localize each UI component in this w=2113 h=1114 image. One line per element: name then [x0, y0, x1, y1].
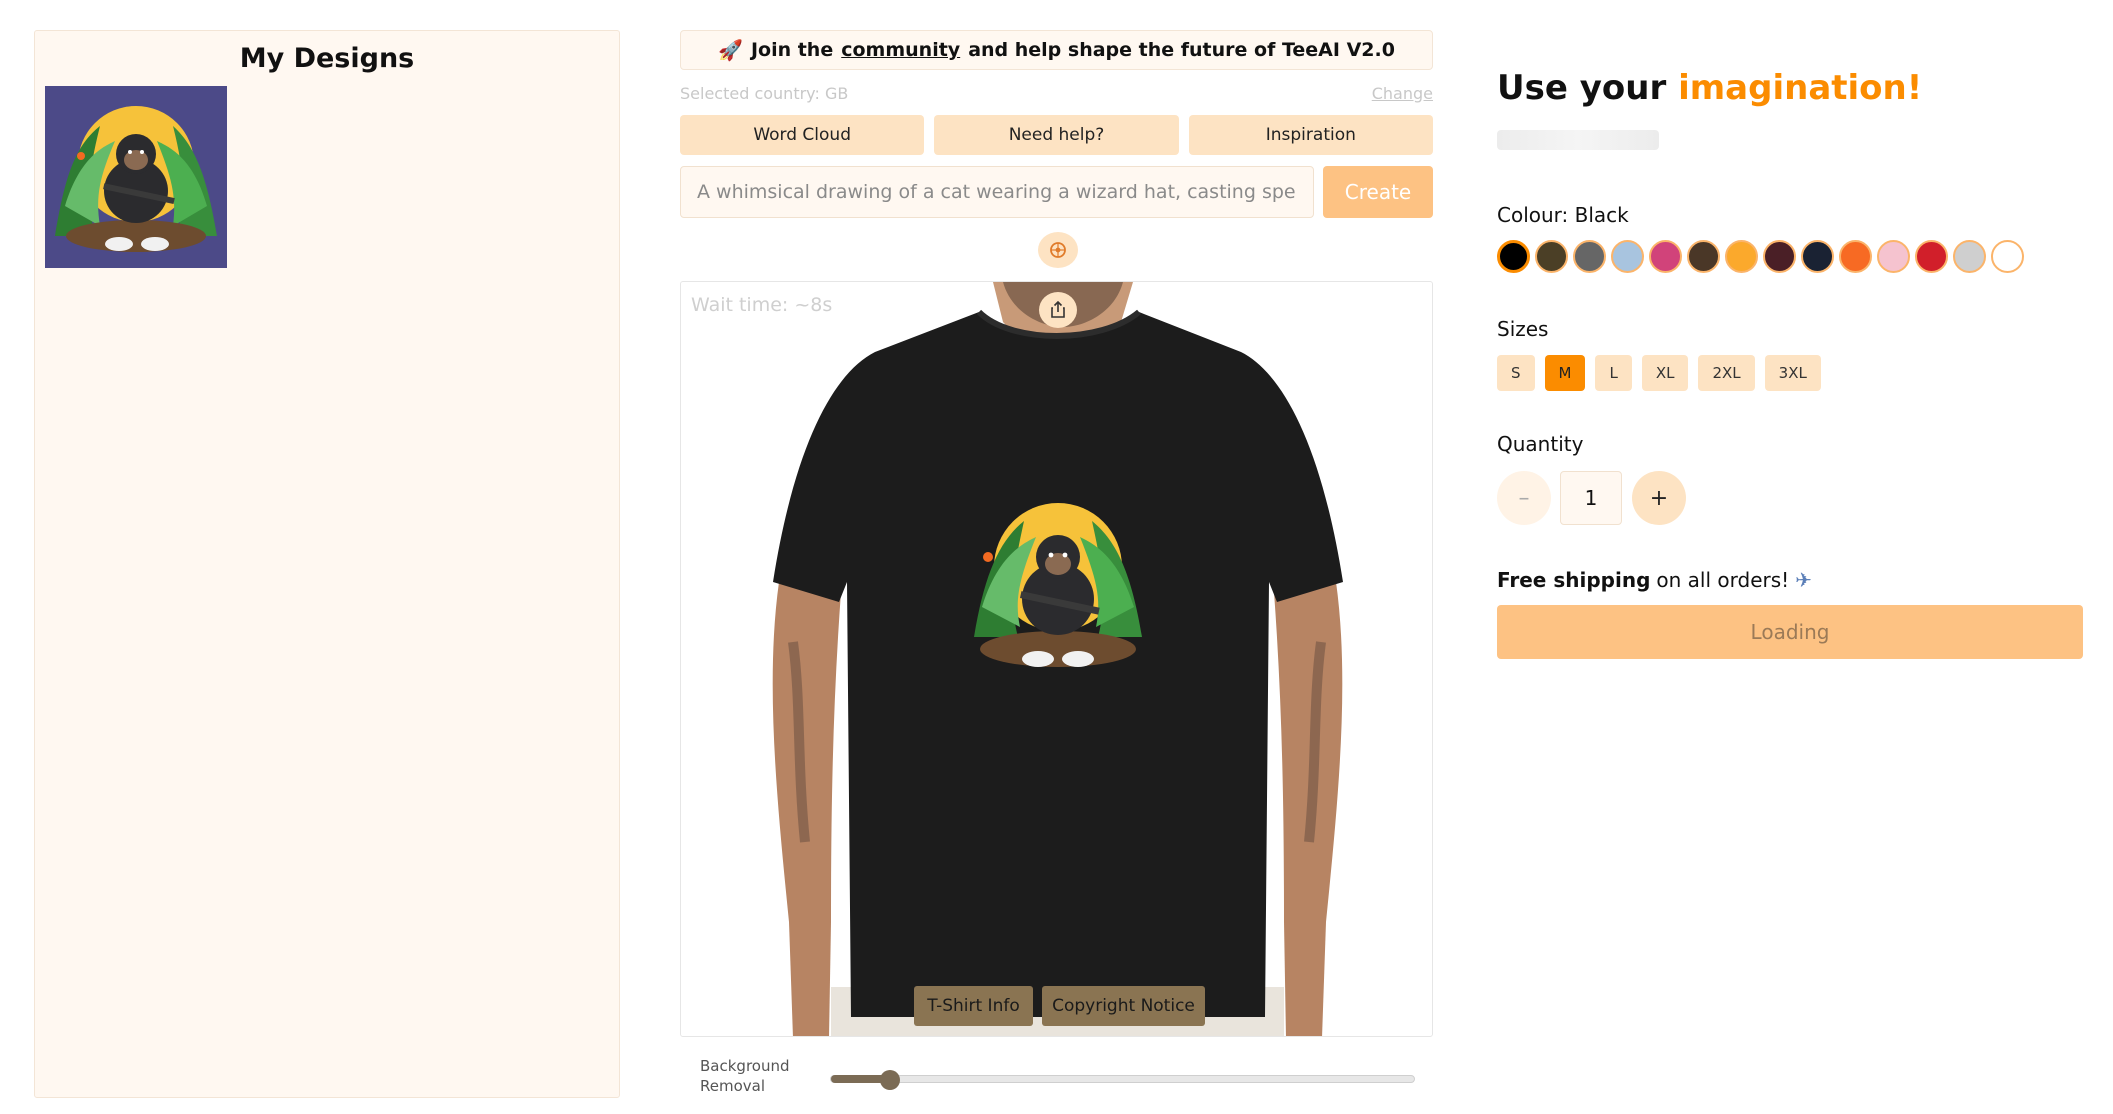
- colour-swatch[interactable]: [1573, 240, 1606, 273]
- colour-swatch[interactable]: [1535, 240, 1568, 273]
- shipping-rest: on all orders!: [1656, 568, 1790, 592]
- background-removal-slider[interactable]: [830, 1070, 1415, 1090]
- size-option-2xl[interactable]: 2XL: [1698, 355, 1755, 391]
- inspiration-button[interactable]: Inspiration: [1188, 115, 1433, 155]
- heading-plain: Use your: [1497, 68, 1667, 108]
- design-thumbnail[interactable]: [45, 86, 227, 268]
- selected-country: Selected country: GB: [680, 83, 849, 103]
- quantity-label: Quantity: [1497, 432, 1584, 456]
- colour-swatch[interactable]: [1839, 240, 1872, 273]
- chimp-design-image: [45, 86, 227, 268]
- community-banner: 🚀 Join the community and help shape the …: [680, 30, 1433, 70]
- quantity-decrease-button[interactable]: –: [1497, 471, 1551, 525]
- size-option-xl[interactable]: XL: [1641, 355, 1689, 391]
- size-option-3xl[interactable]: 3XL: [1764, 355, 1821, 391]
- my-designs-title: My Designs: [239, 43, 415, 74]
- need-help-button[interactable]: Need help?: [934, 115, 1179, 155]
- tshirt-mockup-image: [772, 282, 1343, 1036]
- size-option-m[interactable]: M: [1544, 355, 1586, 391]
- community-link[interactable]: community: [841, 39, 960, 61]
- colour-label: Colour: Black: [1497, 203, 1629, 227]
- colour-swatch[interactable]: [1763, 240, 1796, 273]
- helper-buttons: Word Cloud Need help? Inspiration: [680, 115, 1433, 155]
- banner-text-after: and help shape the future of TeeAI V2.0: [968, 39, 1395, 61]
- randomize-button[interactable]: [1038, 232, 1078, 268]
- colour-swatch[interactable]: [1611, 240, 1644, 273]
- tshirt-preview: Wait time: ~8s T-Shirt Info Copyright No…: [680, 281, 1433, 1037]
- shipping-notice: Free shipping on all orders! ✈: [1497, 568, 1812, 592]
- colour-swatch[interactable]: [1953, 240, 1986, 273]
- colour-swatch[interactable]: [1649, 240, 1682, 273]
- share-button[interactable]: [1039, 292, 1077, 328]
- heading-accent: imagination!: [1678, 68, 1923, 108]
- size-option-l[interactable]: L: [1595, 355, 1632, 391]
- colour-swatch[interactable]: [1687, 240, 1720, 273]
- rocket-icon: 🚀: [718, 38, 743, 62]
- background-removal-label: Background Removal: [700, 1057, 790, 1095]
- prompt-input[interactable]: [680, 166, 1314, 218]
- shipping-bold: Free shipping: [1497, 568, 1651, 592]
- colour-swatch[interactable]: [1877, 240, 1910, 273]
- colour-swatches: [1497, 240, 2024, 273]
- share-icon: [1051, 301, 1065, 318]
- colour-swatch[interactable]: [1725, 240, 1758, 273]
- slider-thumb[interactable]: [879, 1070, 900, 1090]
- my-designs-panel: My Designs: [34, 30, 620, 1098]
- tshirt-info-button[interactable]: T-Shirt Info: [914, 986, 1033, 1026]
- create-button[interactable]: Create: [1323, 166, 1433, 218]
- wait-time: Wait time: ~8s: [691, 294, 833, 316]
- loading-skeleton: [1497, 130, 1659, 150]
- banner-text-before: Join the: [750, 39, 834, 61]
- colour-swatch[interactable]: [1497, 240, 1530, 273]
- colour-value: Black: [1574, 203, 1629, 227]
- colour-label-text: Colour:: [1497, 203, 1569, 227]
- sizes-label: Sizes: [1497, 317, 1549, 341]
- dice-icon: [1050, 242, 1066, 258]
- page-heading: Use your imagination!: [1497, 68, 1922, 108]
- colour-swatch[interactable]: [1915, 240, 1948, 273]
- quantity-increase-button[interactable]: +: [1632, 471, 1686, 525]
- size-options: S M L XL 2XL 3XL: [1497, 355, 1821, 391]
- quantity-input[interactable]: [1560, 471, 1622, 525]
- change-country-link[interactable]: Change: [1372, 84, 1433, 103]
- airplane-icon: ✈: [1795, 568, 1812, 592]
- colour-swatch[interactable]: [1991, 240, 2024, 273]
- add-to-cart-loading-button[interactable]: Loading: [1497, 605, 2083, 659]
- country-row: Selected country: GB Change: [680, 82, 1433, 104]
- colour-swatch[interactable]: [1801, 240, 1834, 273]
- word-cloud-button[interactable]: Word Cloud: [680, 115, 925, 155]
- copyright-notice-button[interactable]: Copyright Notice: [1042, 986, 1205, 1026]
- size-option-s[interactable]: S: [1497, 355, 1535, 391]
